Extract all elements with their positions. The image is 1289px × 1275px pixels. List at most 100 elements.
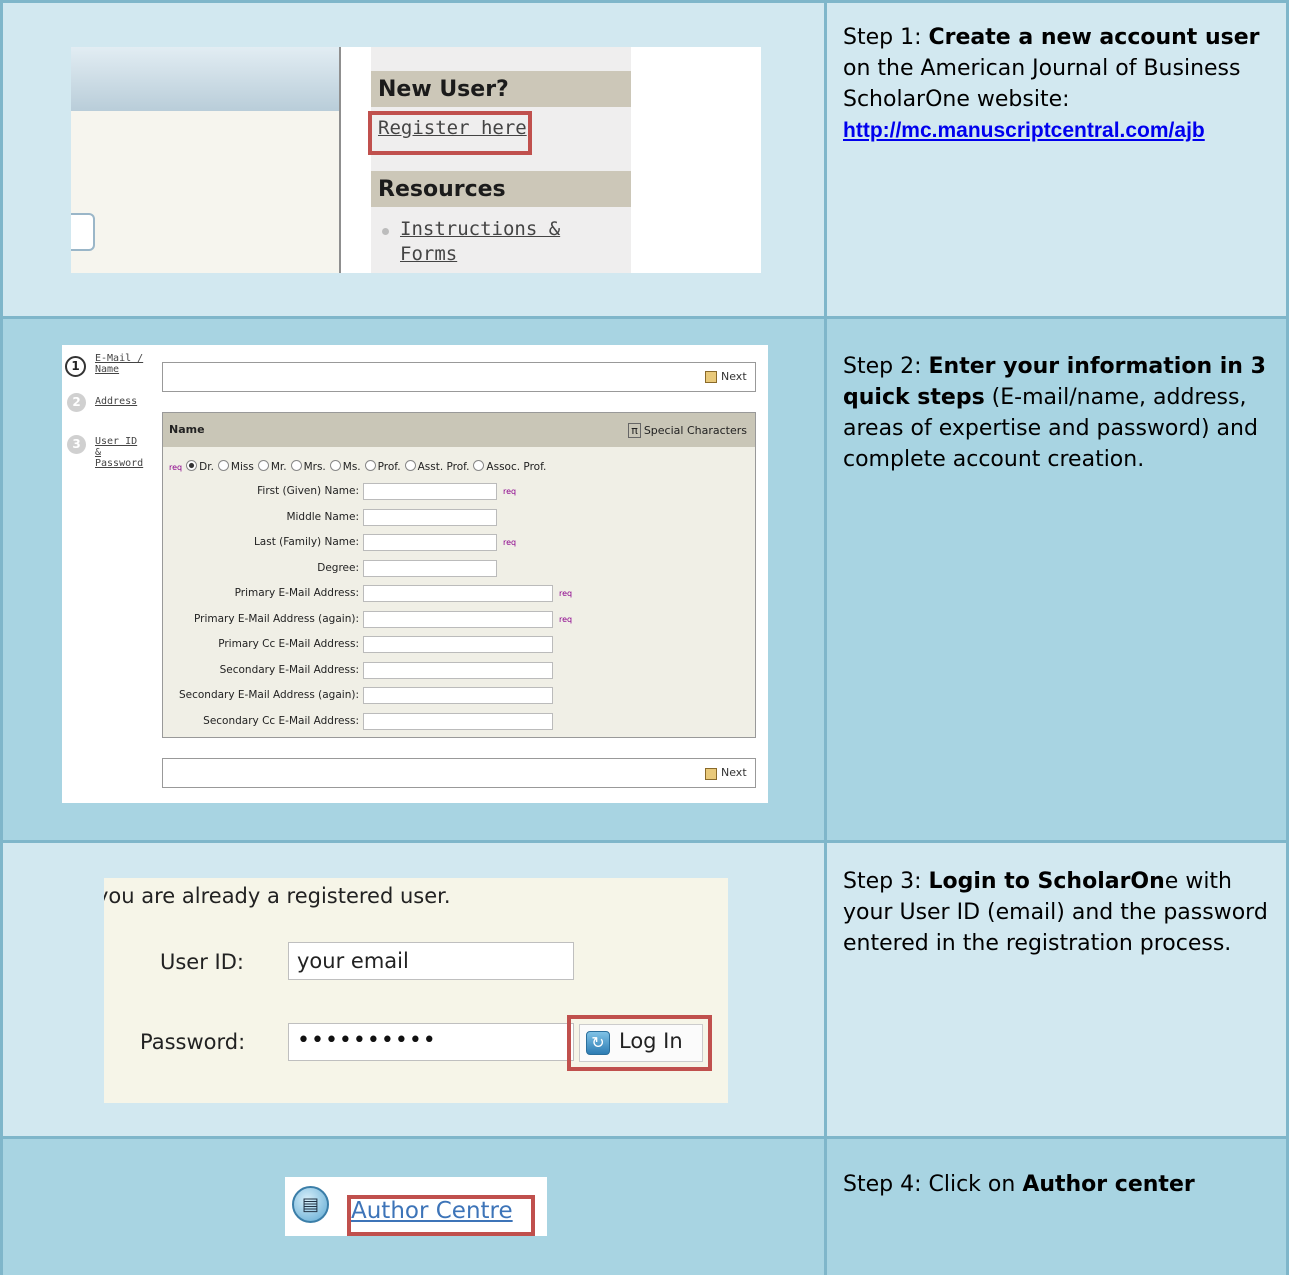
step4-screenshot: ▤ Author Centre [285,1177,547,1236]
step-label: & [95,447,102,458]
border [824,0,827,1275]
step-label: Password [95,458,144,469]
border [0,840,1289,843]
field-label: Primary E-Mail Address: [234,587,359,599]
field-input[interactable] [363,610,553,628]
document-icon[interactable]: ▤ [292,1186,329,1223]
input-fragment [71,213,95,251]
step-number-2: 2 [67,393,86,412]
radio-button[interactable] [186,460,198,471]
step-address-link[interactable]: Address [95,396,137,407]
login-intro-text: you are already a registered user. [104,884,451,908]
radio-button[interactable] [290,460,302,471]
next-arrow-icon[interactable] [705,768,717,780]
radio-label: Mrs. [303,461,326,473]
radio-label: Ms. [342,461,361,473]
instructions-link[interactable]: Instructions & [400,218,560,240]
step1-screenshot: New User? Register here Resources Instru… [71,47,761,273]
highlight-box [347,1195,535,1236]
row-4 [0,1138,1289,1275]
field-input[interactable] [363,712,553,730]
step2-description: Step 2: Enter your information in 3 quic… [843,351,1283,475]
top-nav-bar [162,362,756,392]
radio-label: Miss [230,461,254,473]
radio-label: Assoc. Prof. [486,461,547,473]
next-button-bottom[interactable]: Next [721,766,747,779]
radio-button[interactable] [329,460,341,471]
password-input[interactable]: •••••••••• [288,1023,574,1061]
field-label: Last (Family) Name: [253,536,359,548]
step-label: Step 4: Click on [843,1172,1023,1197]
border [0,1136,1289,1139]
step-number-3: 3 [67,435,86,454]
step4-description: Step 4: Click on Author center [843,1169,1283,1200]
pi-icon: π [628,423,641,438]
step-label: Step 3: [843,869,929,894]
form-title: Name [169,423,205,436]
login-panel-fragment [71,47,341,273]
step2-screenshot: 1 E-Mail / Name 2 Address 3 User ID & Pa… [62,345,768,803]
field-label: Secondary E-Mail Address (again): [178,689,359,701]
radio-button[interactable] [257,460,269,471]
field-input[interactable] [363,483,497,500]
field-input[interactable] [363,534,497,551]
password-value: •••••••••• [297,1028,437,1053]
step-email-name-link[interactable]: E-Mail / Name [95,353,143,375]
salutation-radio-group[interactable]: req Dr. Miss Mr. Mrs. Ms. Prof. Asst. Prof. Asso… [169,460,546,473]
new-user-heading: New User? [371,71,631,107]
field-input[interactable] [363,508,497,526]
field-label: Secondary E-Mail Address: [219,663,359,676]
field-label: Primary E-Mail Address (again): [194,612,359,625]
field-input[interactable] [363,585,553,602]
required-marker: req [169,463,183,472]
radio-label: Dr. [199,461,214,473]
field-label: First (Given) Name: [257,485,359,497]
step-label: Name [95,364,120,375]
userid-value: your email [297,949,409,973]
radio-button[interactable] [364,460,376,471]
step-bold: Author center [1022,1172,1195,1197]
field-input[interactable] [363,687,553,704]
step-bold: Login to ScholarOn [928,869,1165,894]
required-marker: req [503,538,517,547]
highlight-box [567,1015,712,1071]
panel-header [71,47,339,111]
required-marker: req [503,487,517,496]
step-number-1: 1 [65,356,86,377]
field-label: Middle Name: [286,510,359,523]
userid-label: User ID: [160,950,244,974]
required-marker: req [559,614,573,624]
userid-input[interactable]: your email [288,942,574,980]
field-input[interactable] [363,661,553,679]
step-text: on the American Journal of Business Scho… [843,56,1241,112]
step1-description: Step 1: Create a new account user on the… [843,22,1283,146]
resources-heading: Resources [371,171,631,207]
step3-description: Step 3: Login to ScholarOne with your Us… [843,866,1283,959]
scholarone-url-link[interactable]: http://mc.manuscriptcentral.com/ajb [843,119,1205,142]
bottom-nav-bar [162,758,756,788]
name-form: Name π Special Characters req Dr. Miss Mr. Mr… [162,412,756,738]
instruction-table: New User? Register here Resources Instru… [0,0,1289,1275]
next-arrow-icon[interactable] [705,371,717,383]
step-label: Step 2: [843,354,929,379]
password-label: Password: [140,1030,246,1054]
radio-button[interactable] [404,460,416,471]
special-label: Special Characters [643,424,747,437]
bullet-icon [382,228,389,235]
required-marker: req [559,589,573,598]
step-label: User ID [95,436,138,447]
field-input[interactable] [363,559,497,577]
form-header: Name π Special Characters [163,413,755,447]
border [0,0,3,1275]
step-userid-password-link[interactable]: User ID & Password [95,436,143,469]
next-button-top[interactable]: Next [721,370,747,383]
field-label: Degree: [317,561,359,574]
field-label: Primary Cc E-Mail Address: [218,638,359,650]
field-input[interactable] [363,636,553,653]
step-bold: Create a new account user [928,25,1260,50]
forms-link[interactable]: Forms [400,243,457,265]
special-characters-button[interactable]: π Special Characters [628,423,747,438]
radio-button[interactable] [473,460,485,471]
radio-button[interactable] [217,460,229,471]
border [0,0,1289,3]
